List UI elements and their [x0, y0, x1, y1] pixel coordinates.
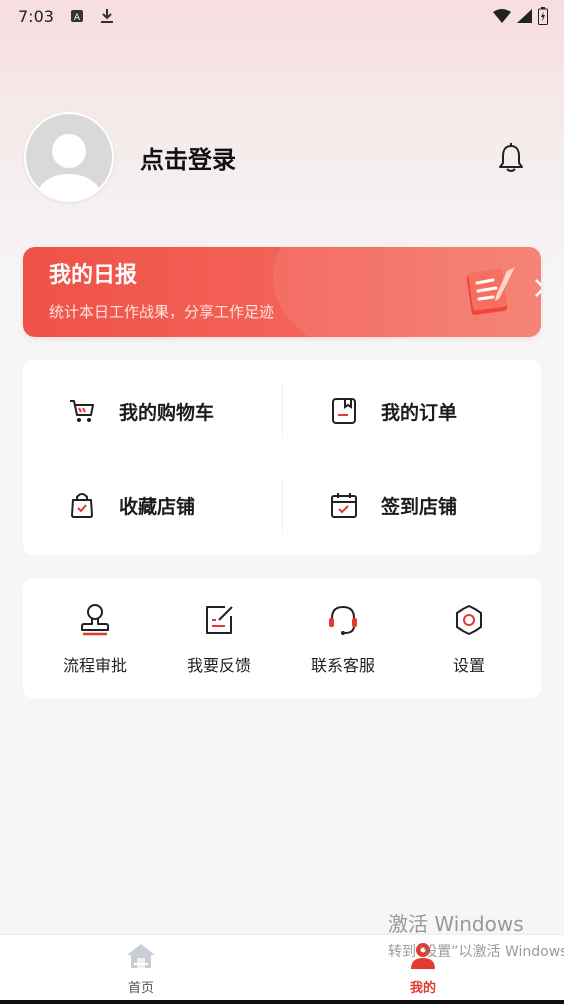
nav-mine-label: 我的	[409, 981, 436, 996]
shortcut-orders[interactable]: 我的订单	[329, 396, 457, 426]
report-document-icon	[463, 265, 525, 323]
status-time: 7:03	[18, 6, 54, 26]
chevron-right-icon	[533, 277, 541, 305]
shortcut-cart[interactable]: 我的购物车	[67, 396, 214, 426]
daily-report-title: 我的日报	[49, 263, 138, 288]
shortcut-favorite-shops[interactable]: 收藏店铺	[67, 490, 195, 520]
status-bar: 7:03 A	[0, 0, 564, 32]
signal-icon	[517, 9, 532, 23]
gear-icon	[451, 602, 487, 638]
watermark-line2: 转到“设置”以激活 Windows。	[388, 944, 564, 960]
wifi-icon	[493, 9, 511, 23]
favorite-shop-icon	[67, 490, 97, 520]
shopping-cart-icon	[67, 396, 97, 426]
shortcut-label: 收藏店铺	[119, 495, 196, 518]
notification-bell-icon[interactable]	[495, 142, 527, 174]
profile-section[interactable]: 点击登录	[24, 112, 236, 202]
tool-label: 我要反馈	[186, 656, 251, 675]
feedback-icon	[201, 602, 237, 638]
order-icon	[329, 396, 359, 426]
headset-icon	[325, 602, 361, 638]
stamp-icon	[77, 602, 113, 638]
watermark-line1: 激活 Windows	[388, 912, 524, 936]
shortcut-label: 签到店铺	[381, 495, 458, 518]
daily-report-banner[interactable]: 我的日报 统计本日工作战果，分享工作足迹	[23, 247, 541, 337]
tool-label: 联系客服	[310, 656, 375, 675]
system-home-bar	[0, 1000, 564, 1004]
svg-text:A: A	[74, 13, 81, 23]
divider	[282, 480, 283, 532]
shortcut-checkin-shops[interactable]: 签到店铺	[329, 490, 457, 520]
windows-activation-watermark: 激活 Windows 转到“设置”以激活 Windows。	[388, 908, 564, 961]
download-icon	[100, 8, 114, 24]
tool-settings[interactable]: 设置	[407, 602, 531, 676]
tool-approval[interactable]: 流程审批	[33, 602, 157, 676]
battery-icon	[538, 7, 548, 25]
nav-home-label: 首页	[127, 981, 154, 996]
home-icon	[126, 941, 156, 971]
calendar-check-icon	[329, 490, 359, 520]
shortcut-card: 我的购物车 我的订单 收藏店铺 签到店铺	[23, 360, 541, 555]
notification-a-icon: A	[70, 9, 84, 23]
tools-card: 流程审批 我要反馈 联系客服 设置	[23, 578, 541, 698]
default-avatar-icon	[37, 134, 101, 200]
divider	[282, 384, 283, 436]
daily-report-subtitle: 统计本日工作战果，分享工作足迹	[49, 303, 275, 321]
nav-home[interactable]: 首页	[101, 941, 181, 996]
login-label[interactable]: 点击登录	[140, 140, 236, 175]
tool-label: 设置	[452, 656, 485, 675]
tool-feedback[interactable]: 我要反馈	[157, 602, 281, 676]
shortcut-label: 我的订单	[381, 401, 458, 424]
shortcut-label: 我的购物车	[119, 401, 215, 424]
tool-customer-service[interactable]: 联系客服	[281, 602, 405, 676]
avatar[interactable]	[24, 112, 114, 202]
tool-label: 流程审批	[62, 656, 127, 675]
